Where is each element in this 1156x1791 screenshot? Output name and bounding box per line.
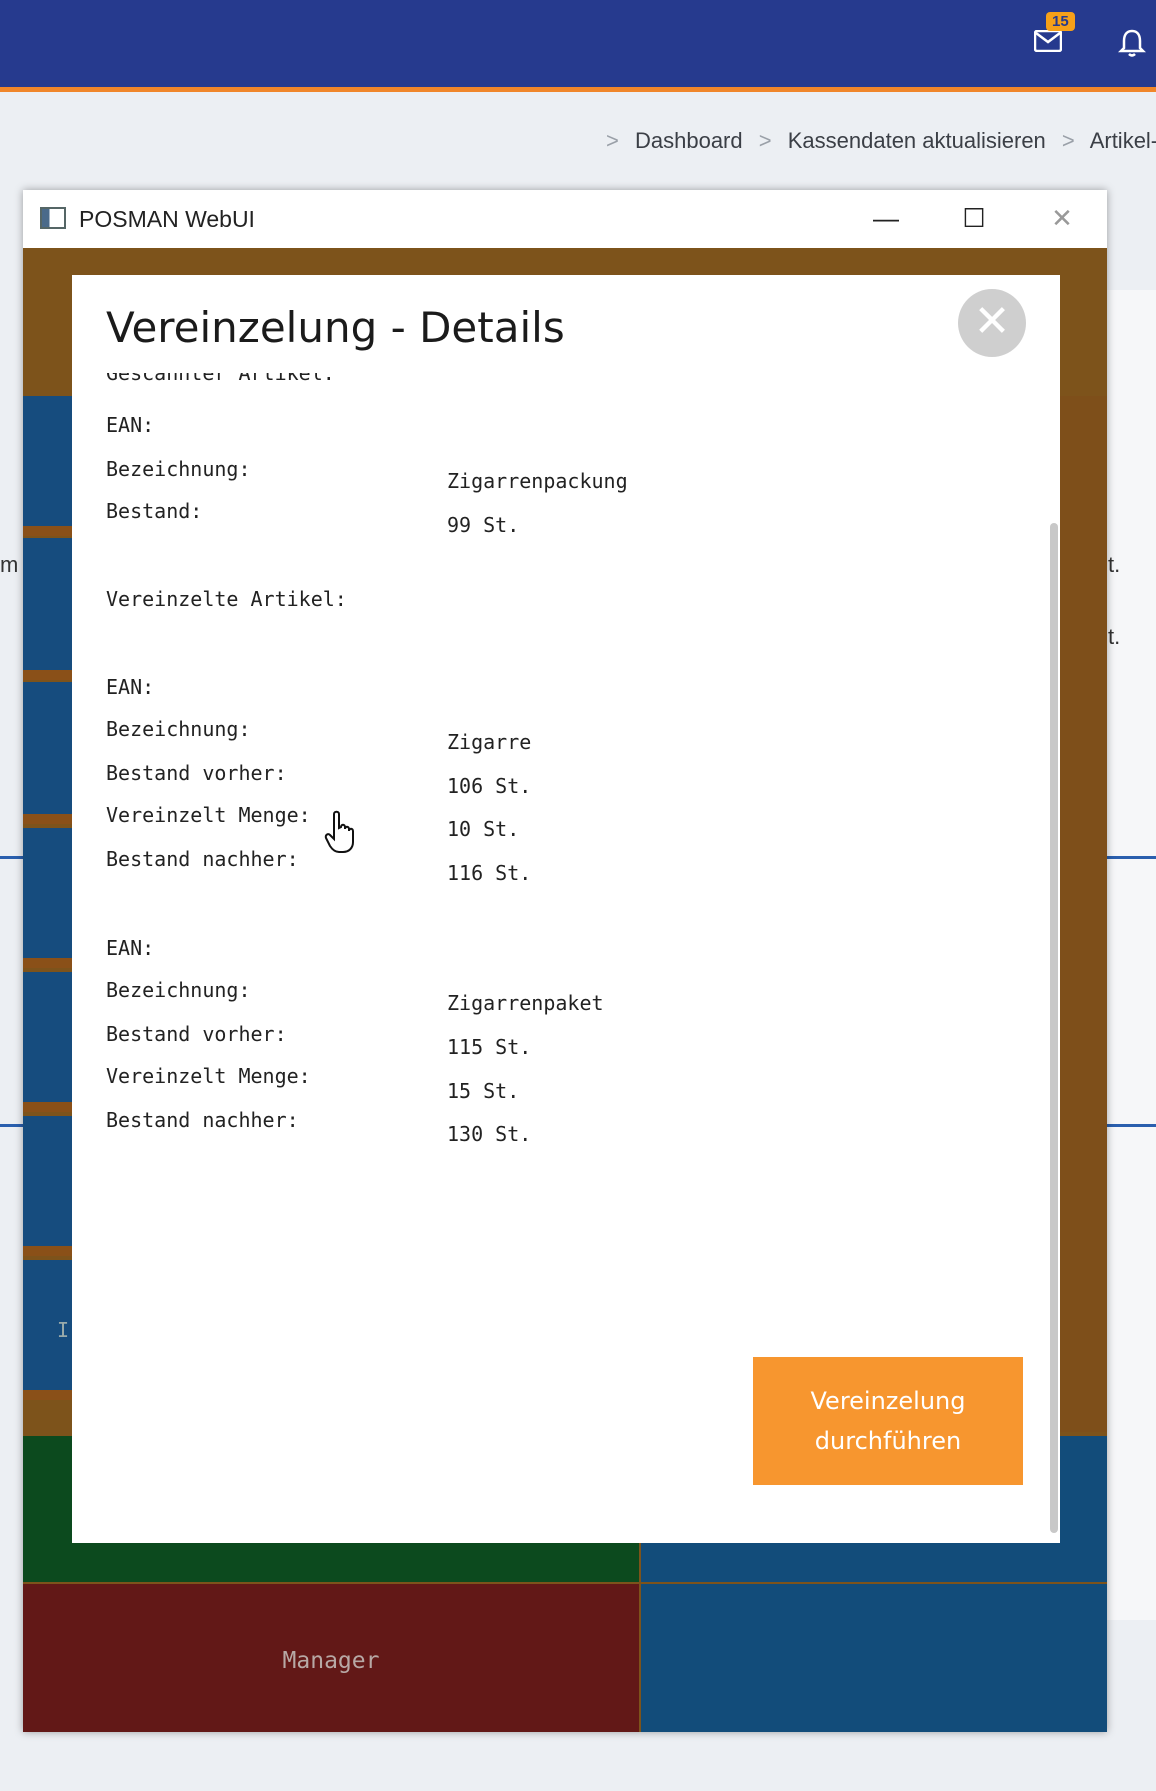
background-line <box>0 856 24 859</box>
background-line <box>1105 856 1156 859</box>
minimize-button[interactable]: — <box>861 196 911 240</box>
breadcrumb-separator: > <box>606 128 619 153</box>
tile-label-fragment: I <box>57 1318 70 1342</box>
breadcrumb-separator: > <box>1061 128 1075 153</box>
tile-separator <box>23 1102 73 1112</box>
background-text-fragment: t. <box>1108 552 1121 577</box>
modal-close-button[interactable]: ✕ <box>958 289 1026 357</box>
tile-separator <box>23 1390 73 1400</box>
item-after-value: 116 St. <box>447 861 532 885</box>
item-ean-label: EAN: <box>106 936 155 960</box>
tile-separator <box>23 526 73 536</box>
window-title: POSMAN WebUI <box>79 206 255 232</box>
item-before-value: 106 St. <box>447 774 532 798</box>
background-panel <box>1105 290 1156 1620</box>
item-qty-value: 15 St. <box>447 1079 520 1103</box>
pos-tile[interactable] <box>23 972 73 1102</box>
item-name-value: Zigarre <box>447 730 532 754</box>
manager-tile-label: Manager <box>282 1648 380 1674</box>
breadcrumb-artikel[interactable]: Artikel-Ko <box>1090 128 1156 153</box>
window-close-button[interactable]: ✕ <box>1037 196 1087 240</box>
tile-separator <box>23 1246 73 1256</box>
tile-separator <box>23 670 73 680</box>
perform-split-button-label: Vereinzelung durchführen <box>810 1387 966 1455</box>
details-modal: Vereinzelung - Details ✕ Gescannter Arti… <box>72 275 1060 1543</box>
top-app-bar: 15 <box>0 0 1156 92</box>
background-text-fragment: t. <box>1108 624 1121 649</box>
hand-cursor-icon <box>324 810 354 853</box>
item-qty-label: Vereinzelt Menge: <box>106 1064 311 1088</box>
tile-separator <box>23 814 73 824</box>
item-name-label: Bezeichnung: <box>106 717 251 741</box>
pos-tile[interactable] <box>23 828 73 958</box>
pos-tile[interactable] <box>23 682 73 814</box>
breadcrumb-dashboard[interactable]: Dashboard <box>635 128 743 153</box>
bell-icon[interactable] <box>1118 28 1146 58</box>
item-before-label: Bestand vorher: <box>106 761 287 785</box>
mail-icon[interactable] <box>1034 30 1062 52</box>
background-text-fragment: m <box>0 552 19 577</box>
item-name-label: Bezeichnung: <box>106 978 251 1002</box>
scanned-ean-label: EAN: <box>106 413 155 437</box>
breadcrumb-separator: > <box>758 128 772 153</box>
scanned-stock-value: 99 St. <box>447 513 520 537</box>
item-qty-label: Vereinzelt Menge: <box>106 803 311 827</box>
item-before-label: Bestand vorher: <box>106 1022 287 1046</box>
background-line <box>0 1124 24 1127</box>
scanned-article-heading: Gescannter Artikel: <box>106 373 335 385</box>
background-line <box>1105 1124 1156 1127</box>
item-after-label: Bestand nachher: <box>106 847 299 871</box>
scanned-stock-label: Bestand: <box>106 499 203 523</box>
mail-badge: 15 <box>1046 12 1075 31</box>
modal-title: Vereinzelung - Details <box>106 303 565 352</box>
item-before-value: 115 St. <box>447 1035 532 1059</box>
pos-tile[interactable] <box>23 538 73 670</box>
breadcrumb: > Dashboard > Kassendaten aktualisieren … <box>596 128 1156 154</box>
split-articles-heading: Vereinzelte Artikel: <box>106 587 347 611</box>
item-after-label: Bestand nachher: <box>106 1108 299 1132</box>
pos-tile[interactable]: I <box>23 1260 73 1390</box>
item-name-value: Zigarrenpaket <box>447 991 604 1015</box>
maximize-button[interactable]: ☐ <box>949 196 999 240</box>
pos-tile-blue[interactable] <box>641 1584 1107 1732</box>
scanned-name-label: Bezeichnung: <box>106 457 251 481</box>
modal-scrollbar-thumb[interactable] <box>1050 523 1058 1533</box>
window-titlebar: POSMAN WebUI — ☐ ✕ <box>23 190 1107 248</box>
item-qty-value: 10 St. <box>447 817 520 841</box>
item-after-value: 130 St. <box>447 1122 532 1146</box>
tile-separator <box>23 958 73 968</box>
perform-split-button[interactable]: Vereinzelung durchführen <box>753 1357 1023 1485</box>
item-ean-label: EAN: <box>106 675 155 699</box>
app-window-icon <box>40 207 66 229</box>
scanned-name-value: Zigarrenpackung <box>447 469 628 493</box>
pos-tile-column <box>1059 396 1107 1432</box>
breadcrumb-kassendaten[interactable]: Kassendaten aktualisieren <box>788 128 1046 153</box>
pos-tile[interactable] <box>23 1116 73 1246</box>
modal-body[interactable]: Gescannter Artikel: EAN: Bezeichnung: Zi… <box>106 373 986 1523</box>
pos-tile[interactable] <box>23 396 73 526</box>
